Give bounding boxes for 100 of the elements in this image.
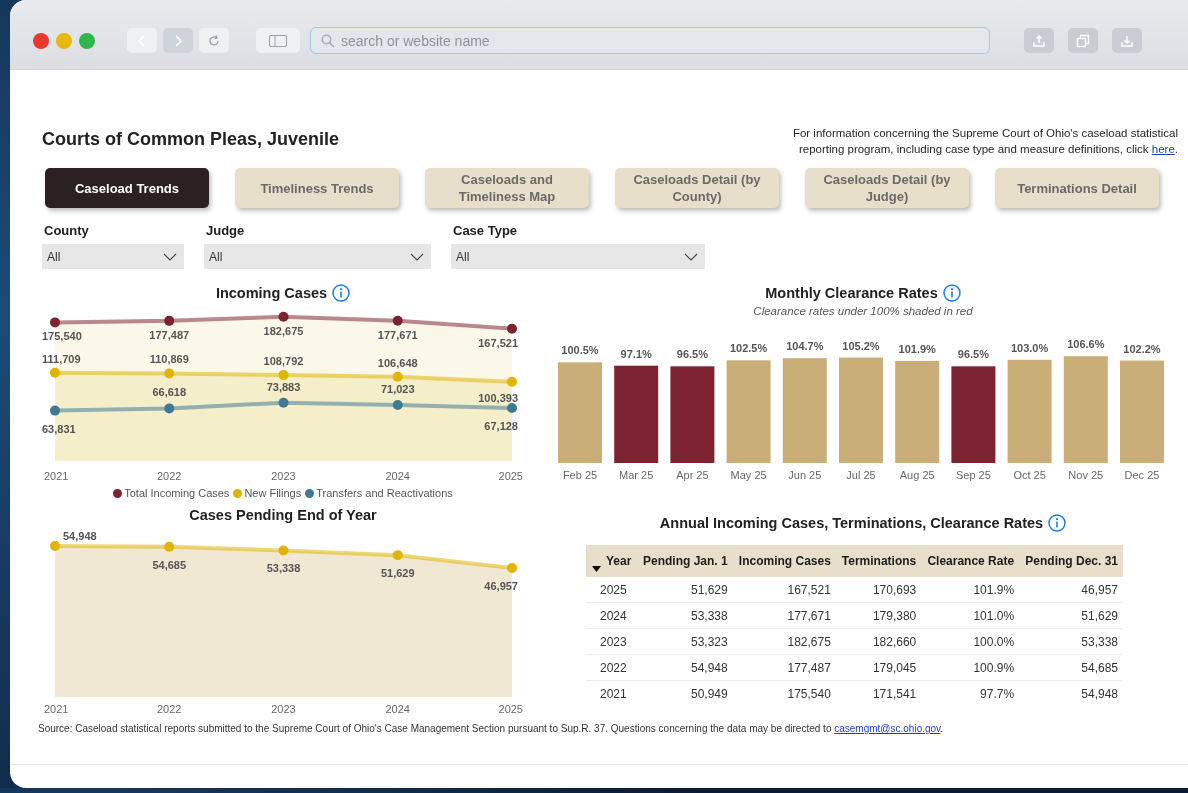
download-icon (1120, 33, 1134, 48)
column-header[interactable]: Pending Dec. 31 (1019, 545, 1123, 577)
table-cell: 179,045 (872, 660, 917, 675)
address-field[interactable]: search or website name (341, 32, 941, 49)
data-point (164, 541, 175, 552)
info-icon[interactable] (942, 284, 961, 302)
axis-label: Mar 25 (619, 469, 654, 481)
share-button[interactable] (1024, 28, 1054, 53)
data-point (507, 563, 517, 573)
column-header[interactable]: Terminations (835, 545, 922, 577)
data-label: 54,948 (63, 530, 97, 542)
chevron-down-icon (410, 252, 424, 261)
axis-label: 2021 (44, 470, 69, 482)
minimize-button[interactable] (56, 32, 72, 49)
table-cell: 50,949 (690, 686, 728, 701)
data-label: 46,957 (484, 580, 518, 592)
tab[interactable]: Timeliness Trends (235, 168, 399, 208)
close-button[interactable] (33, 32, 49, 49)
data-label: 96.5% (676, 348, 708, 361)
table-cell: 182,660 (872, 634, 917, 649)
data-label: 108,792 (263, 355, 304, 368)
table-cell: 182,675 (787, 634, 831, 649)
table-cell: 177,671 (787, 608, 831, 623)
filter-label: County (43, 223, 90, 238)
legend-label[interactable]: New Filings (244, 487, 302, 499)
legend-label[interactable]: Transfers and Reactivations (316, 487, 453, 499)
axis-label: May 25 (730, 469, 767, 481)
data-label: 54,685 (152, 558, 187, 571)
data-point (278, 397, 289, 408)
axis-label: 2025 (498, 470, 523, 482)
sidebar-button[interactable] (256, 28, 300, 53)
back-button[interactable] (127, 28, 157, 53)
tab[interactable]: Terminations Detail (995, 168, 1159, 208)
chevron-right-icon (173, 33, 183, 48)
data-label: 111,709 (42, 352, 81, 365)
data-label: 182,675 (263, 324, 304, 337)
here-link[interactable]: here (1151, 143, 1175, 155)
info-icon[interactable] (1048, 514, 1067, 532)
data-label: 63,831 (42, 422, 76, 435)
sort-descending-icon[interactable] (592, 566, 601, 572)
page-title: Courts of Common Pleas, Juvenile (42, 128, 340, 150)
table-cell: 2021 (600, 686, 627, 701)
copy-icon (1076, 33, 1090, 48)
filter-label: Judge (205, 223, 246, 238)
dropdown[interactable]: All (204, 244, 431, 269)
column-header[interactable]: Year (586, 545, 637, 577)
forward-button[interactable] (163, 28, 193, 53)
table-cell: 100.9% (973, 660, 1015, 675)
column-header[interactable]: Incoming Cases (732, 545, 836, 577)
data-label: 102.5% (729, 342, 768, 355)
column-header[interactable]: Clearance Rate (921, 545, 1020, 577)
table-cell: 54,948 (690, 660, 728, 675)
table-cell: 51,629 (1081, 608, 1118, 623)
reload-button[interactable] (199, 28, 229, 53)
axis-label: 2024 (385, 470, 410, 482)
data-point (50, 317, 60, 328)
table-cell: 46,957 (1081, 582, 1118, 597)
data-label: 73,883 (266, 380, 301, 393)
data-label: 96.5% (957, 348, 989, 361)
axis-label: Feb 25 (562, 469, 598, 481)
data-label: 97.1% (620, 347, 652, 360)
tab[interactable]: Caseloads Detail (by County) (615, 168, 779, 208)
axis-label: Jun 25 (788, 469, 822, 481)
data-label: 175,540 (42, 330, 82, 343)
download-button[interactable] (1112, 28, 1142, 53)
data-point (164, 403, 175, 414)
data-label: 103.0% (1010, 341, 1049, 354)
info-icon[interactable] (332, 284, 351, 302)
dropdown[interactable]: All (42, 244, 184, 269)
data-point (278, 545, 289, 556)
column-header[interactable]: Pending Jan. 1 (636, 545, 733, 577)
reload-icon (207, 33, 221, 48)
table-cell: 51,629 (690, 582, 728, 597)
data-label: 71,023 (380, 382, 415, 395)
data-label: 106.6% (1067, 338, 1105, 351)
tab[interactable]: Caseloads and Timeliness Map (425, 168, 589, 208)
table-cell: 97.7% (980, 686, 1015, 701)
axis-label: Sep 25 (955, 469, 991, 481)
axis-label: Aug 25 (899, 469, 935, 481)
axis-label: 2025 (498, 703, 523, 715)
axis-label: 2023 (271, 470, 296, 482)
tab[interactable]: Caseload Trends (45, 168, 209, 208)
table-cell: 2024 (600, 608, 627, 623)
table-cell: 100.0% (973, 634, 1015, 649)
data-point (392, 399, 403, 410)
axis-label: 2023 (271, 703, 296, 715)
data-point (392, 550, 403, 561)
dropdown[interactable]: All (451, 244, 705, 269)
axis-label: Dec 25 (1124, 469, 1160, 481)
data-point (507, 323, 517, 334)
table-cell: 54,685 (1081, 660, 1118, 675)
tabs-button[interactable] (1068, 28, 1098, 53)
table-cell: 53,338 (690, 608, 728, 623)
data-point (164, 315, 175, 326)
data-label: 177,671 (377, 328, 418, 341)
maximize-button[interactable] (79, 32, 95, 49)
tab[interactable]: Caseloads Detail (by Judge) (805, 168, 969, 208)
legend-label[interactable]: Total Incoming Cases (124, 487, 230, 499)
table-cell: 2022 (600, 660, 627, 675)
address-bar[interactable]: search or website name (310, 27, 990, 54)
